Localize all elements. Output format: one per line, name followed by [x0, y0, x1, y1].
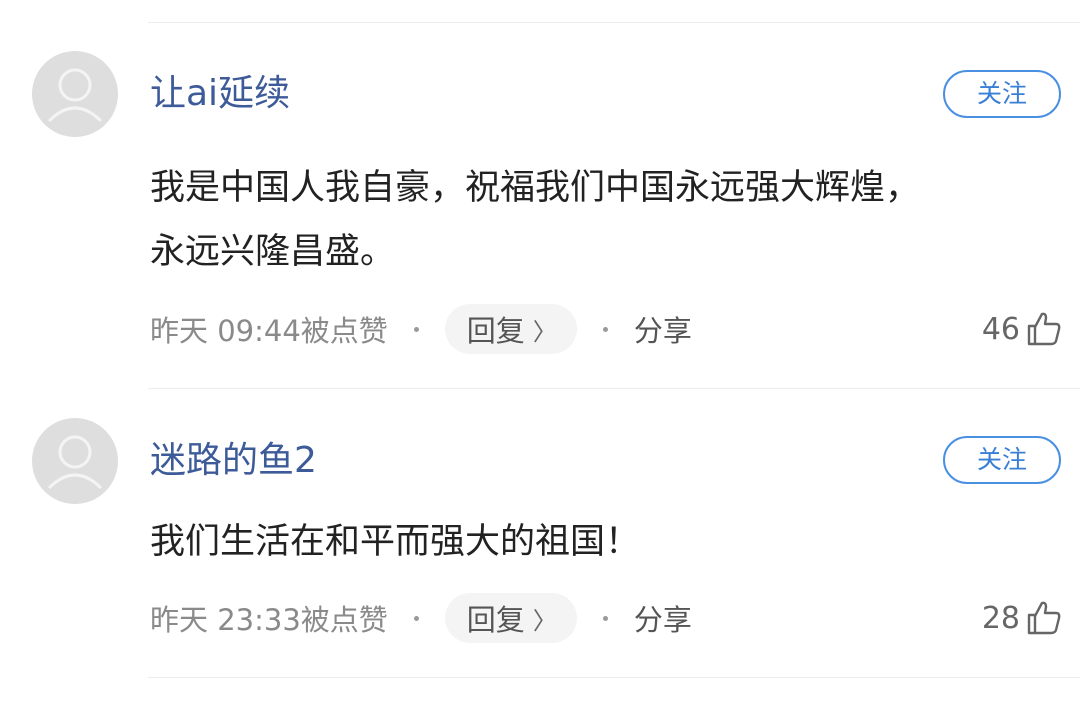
divider	[148, 388, 1080, 389]
chevron-right-icon: 〉	[532, 317, 557, 346]
thumbs-up-icon	[1027, 601, 1061, 635]
comment-meta: 昨天 09:44被点赞 回复 〉 分享	[150, 304, 692, 354]
divider	[148, 22, 1080, 23]
separator-dot	[602, 615, 608, 621]
comment-timestamp: 昨天 09:44被点赞	[150, 314, 388, 348]
username[interactable]: 迷路的鱼2	[150, 443, 317, 479]
username[interactable]: 让ai延续	[150, 76, 290, 112]
like-button[interactable]: 46	[982, 304, 1062, 354]
comment-text-line: 我是中国人我自豪，祝福我们中国永远强大辉煌，	[150, 168, 921, 208]
follow-button[interactable]: 关注	[943, 70, 1061, 118]
comment-timestamp: 昨天 23:33被点赞	[150, 603, 388, 637]
comment-text: 我们生活在和平而强大的祖国！	[150, 510, 1030, 574]
thumbs-up-icon	[1027, 312, 1061, 346]
reply-label: 回复	[466, 603, 525, 637]
like-button[interactable]: 28	[982, 593, 1062, 643]
follow-button[interactable]: 关注	[943, 436, 1061, 484]
comment-text-line: 永远兴隆昌盛。	[150, 232, 396, 272]
share-button[interactable]: 分享	[634, 308, 692, 350]
comment-text-line: 我们生活在和平而强大的祖国！	[150, 522, 641, 562]
separator-dot	[602, 326, 608, 332]
separator-dot	[413, 326, 419, 332]
chevron-right-icon: 〉	[532, 606, 557, 635]
separator-dot	[413, 615, 419, 621]
comment-list: 让ai延续 关注 我是中国人我自豪，祝福我们中国永远强大辉煌， 永远兴隆昌盛。 …	[0, 0, 1080, 702]
reply-label: 回复	[466, 314, 525, 348]
comment-meta: 昨天 23:33被点赞 回复 〉 分享	[150, 593, 692, 643]
like-count: 46	[981, 311, 1020, 347]
share-button[interactable]: 分享	[634, 597, 692, 639]
comment-text: 我是中国人我自豪，祝福我们中国永远强大辉煌， 永远兴隆昌盛。	[150, 156, 1030, 284]
default-user-avatar-icon	[47, 435, 103, 490]
avatar[interactable]	[32, 418, 118, 504]
reply-button[interactable]: 回复 〉	[444, 304, 577, 354]
like-count: 28	[981, 600, 1020, 636]
default-user-avatar-icon	[47, 68, 103, 123]
avatar[interactable]	[32, 51, 118, 137]
reply-button[interactable]: 回复 〉	[444, 593, 577, 643]
divider	[148, 677, 1080, 678]
